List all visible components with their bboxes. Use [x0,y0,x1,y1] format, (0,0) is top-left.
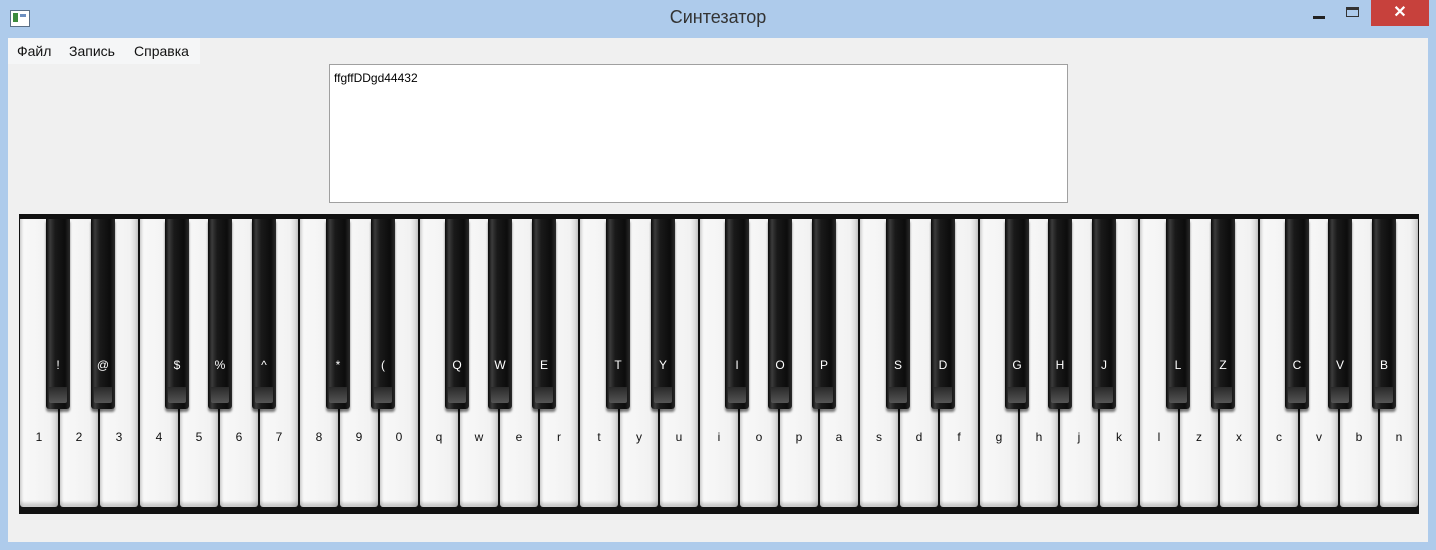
title-bar[interactable]: Синтезатор ✕ [0,0,1436,38]
black-key[interactable]: S [886,219,910,409]
black-key[interactable]: C [1285,219,1309,409]
menu-file[interactable]: Файл [17,43,51,59]
white-key-label: 9 [355,430,363,444]
black-key-label: P [819,358,828,372]
white-key-label: u [675,430,683,444]
black-key[interactable]: P [812,219,836,409]
white-key-label: z [1196,430,1202,444]
white-key-label: 7 [275,430,283,444]
white-key-label: p [795,430,803,444]
white-key-label: o [755,430,763,444]
app-window: Синтезатор ✕ Файл Запись Справка ffgffDD… [0,0,1436,550]
black-key[interactable]: D [931,219,955,409]
black-key[interactable]: Y [651,219,675,409]
black-key[interactable]: ! [46,219,70,409]
black-key[interactable]: @ [91,219,115,409]
black-key[interactable]: H [1048,219,1072,409]
white-key-label: 5 [195,430,203,444]
white-key-label: s [876,430,882,444]
white-key-label: 4 [155,430,163,444]
black-key[interactable]: I [725,219,749,409]
white-key-label: b [1355,430,1363,444]
minimize-button[interactable] [1302,0,1332,26]
black-key[interactable]: L [1166,219,1190,409]
black-key[interactable]: * [326,219,350,409]
white-key-label: a [835,430,843,444]
white-key-label: 1 [35,430,43,444]
menu-help[interactable]: Справка [134,43,189,59]
window-title: Синтезатор [669,7,767,27]
white-key-label: w [474,430,484,444]
white-key-label: n [1395,430,1403,444]
white-key-label: 6 [235,430,243,444]
black-key-label: G [1012,358,1022,372]
black-key-label: Z [1219,358,1227,372]
black-key-label: S [893,358,902,372]
white-key-label: t [597,430,601,444]
black-key[interactable]: O [768,219,792,409]
white-key-label: c [1276,430,1282,444]
black-key-label: ( [381,358,385,372]
black-key-label: H [1055,358,1065,372]
white-key-label: h [1035,430,1043,444]
white-key-label: 8 [315,430,323,444]
black-key-label: I [735,358,739,372]
white-key-label: q [435,430,443,444]
black-key[interactable]: ( [371,219,395,409]
white-key-label: x [1236,430,1242,444]
black-key[interactable]: W [488,219,512,409]
close-button[interactable]: ✕ [1371,0,1429,26]
maximize-button[interactable] [1340,0,1370,26]
black-key-label: B [1379,358,1388,372]
black-key-label: * [335,358,341,372]
white-key-label: k [1116,430,1122,444]
black-key[interactable]: E [532,219,556,409]
white-key-label: d [915,430,923,444]
black-key-label: T [614,358,622,372]
black-key-label: E [539,358,548,372]
black-key-label: C [1292,358,1302,372]
black-key[interactable]: Q [445,219,469,409]
black-key-label: V [1335,358,1344,372]
black-key-label: @ [96,358,110,372]
white-key-label: j [1077,430,1081,444]
white-key-label: e [515,430,523,444]
black-key[interactable]: V [1328,219,1352,409]
black-key-label: L [1174,358,1182,372]
black-key-label: Y [658,358,667,372]
white-key-label: f [957,430,961,444]
black-key[interactable]: J [1092,219,1116,409]
black-key-label: D [938,358,948,372]
white-key-label: 2 [75,430,83,444]
white-key-label: l [1157,430,1161,444]
black-key-label: Q [452,358,462,372]
white-key-label: y [636,430,642,444]
client-area: Файл Запись Справка ffgffDDgd44432 1 2 3 4 5… [8,38,1428,542]
white-key-label: i [717,430,721,444]
black-key[interactable]: T [606,219,630,409]
black-key-label: W [494,358,506,372]
black-key-label: J [1101,358,1107,372]
white-key-label: 3 [115,430,123,444]
black-key-label: ^ [261,358,267,372]
notes-text-field[interactable]: ffgffDDgd44432 [329,64,1068,203]
black-key-label: ! [56,358,60,372]
black-key[interactable]: $ [165,219,189,409]
white-key-label: v [1316,430,1322,444]
black-key[interactable]: % [208,219,232,409]
piano-keyboard: 1 2 3 4 5 6 7 8 9 0 q w e r t y u i o p a s d f g h j k l z x c v b n! @ $% ^… [19,214,1419,514]
menu-record[interactable]: Запись [69,43,115,59]
white-key-label: g [995,430,1003,444]
white-key-label: 0 [395,430,403,444]
white-key-label: r [557,430,561,444]
black-key[interactable]: B [1372,219,1396,409]
black-key-label: $ [173,358,181,372]
menu-bar: Файл Запись Справка [8,38,200,64]
black-key-label: % [214,358,226,372]
black-key[interactable]: G [1005,219,1029,409]
black-key[interactable]: Z [1211,219,1235,409]
black-key[interactable]: ^ [252,219,276,409]
black-key-label: O [775,358,785,372]
